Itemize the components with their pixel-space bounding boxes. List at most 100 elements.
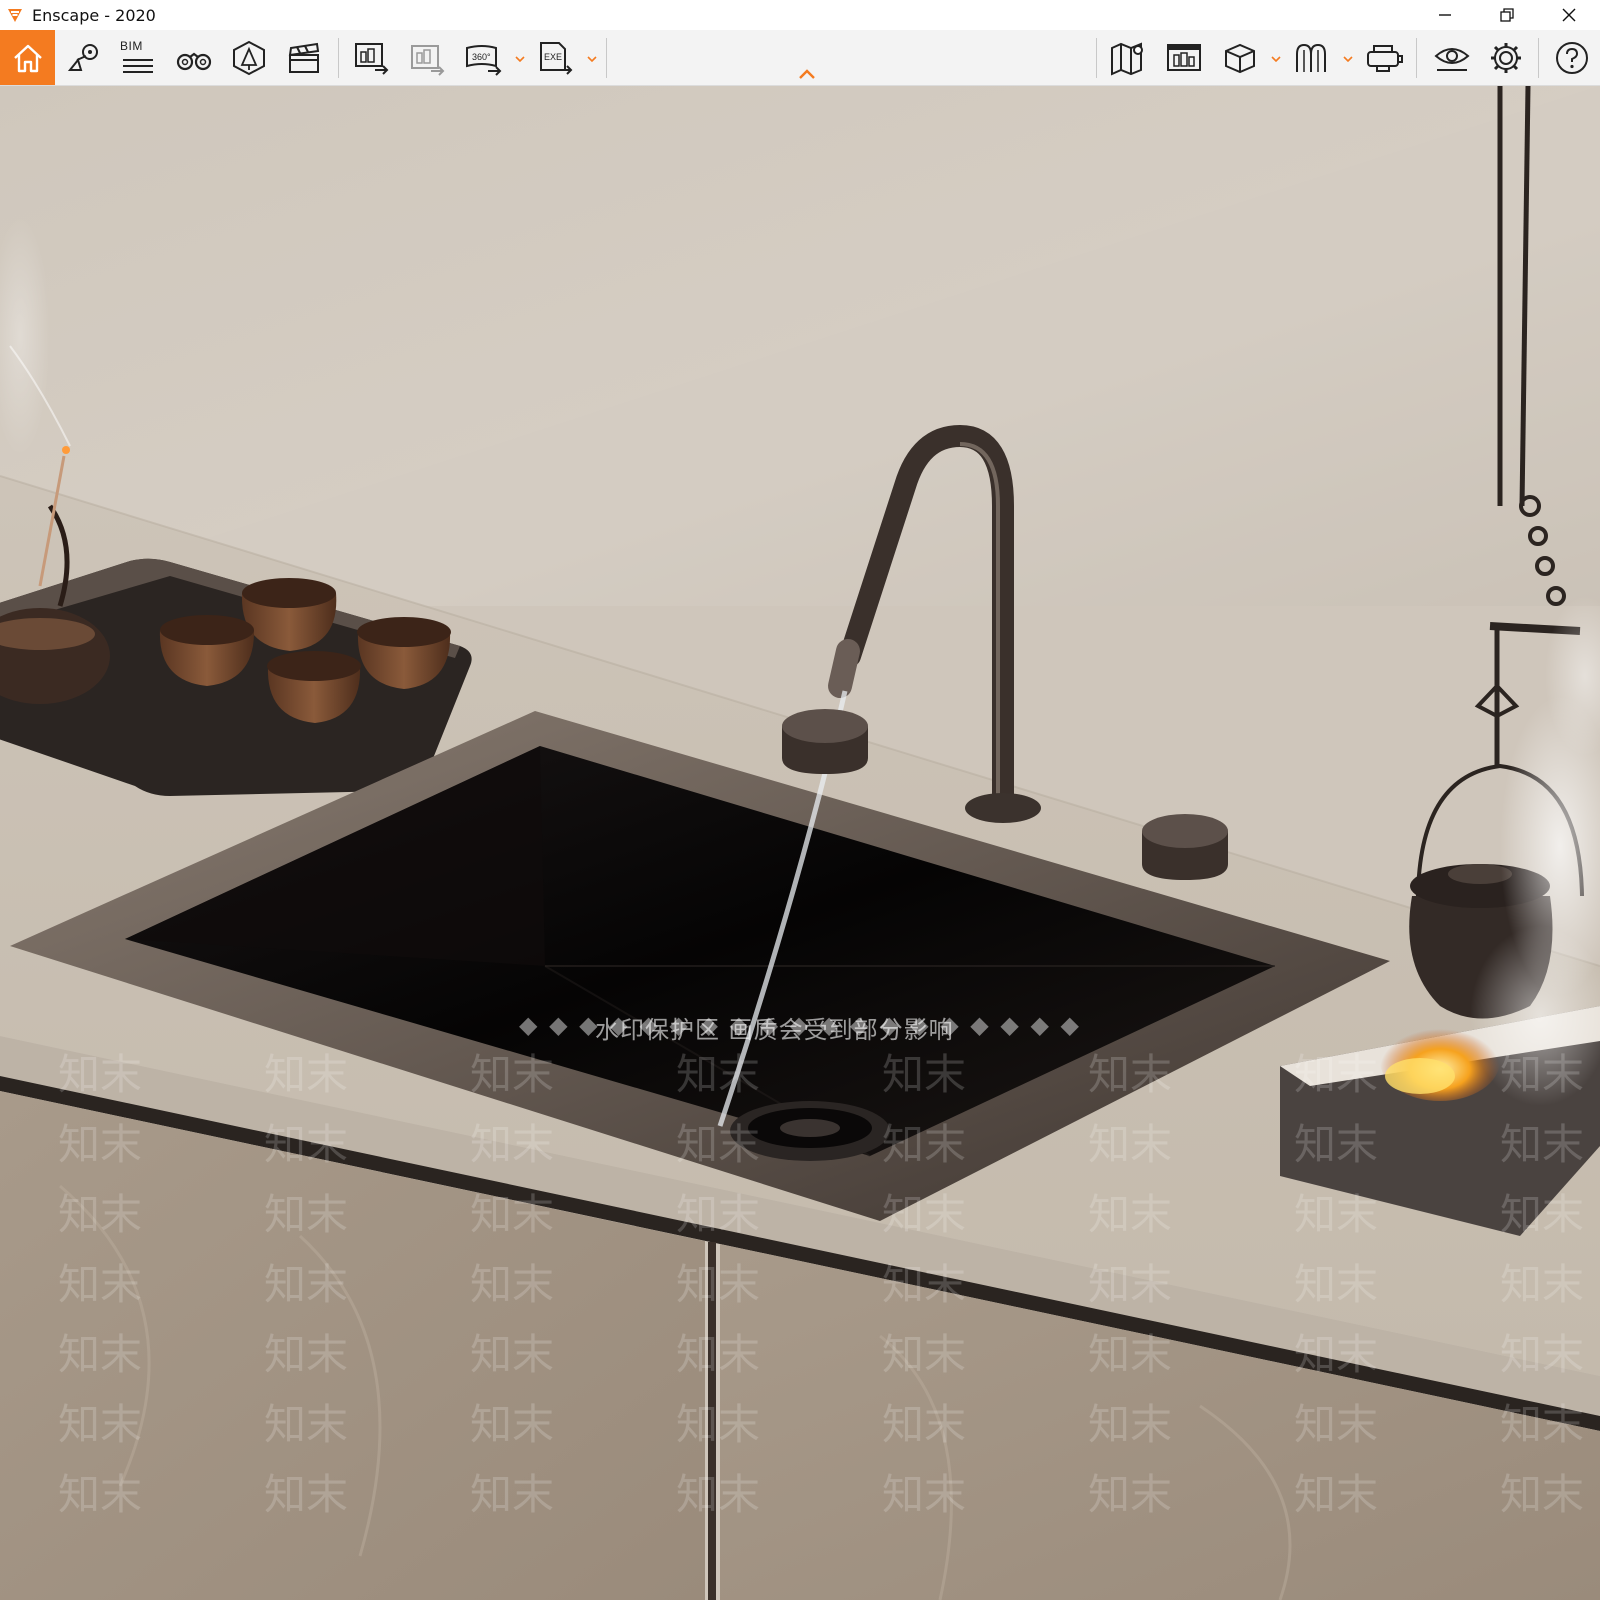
watermark-tile: 知末 bbox=[1294, 1190, 1379, 1239]
export-exe-dropdown[interactable] bbox=[586, 54, 598, 64]
collapse-toolbar-icon[interactable] bbox=[797, 68, 817, 80]
restore-button[interactable] bbox=[1476, 0, 1538, 30]
cube-button[interactable] bbox=[1216, 30, 1264, 85]
watermark-tile: 知末 bbox=[1088, 1050, 1173, 1099]
watermark-tile: 知末 bbox=[58, 1120, 143, 1169]
map-icon bbox=[1111, 42, 1143, 76]
visual-settings-icon bbox=[1434, 47, 1470, 71]
watermark-tile: 知末 bbox=[1500, 1190, 1585, 1239]
watermark-tile: 知末 bbox=[882, 1330, 967, 1379]
render-output-icon bbox=[1167, 43, 1201, 71]
material-editor-button[interactable] bbox=[1288, 30, 1336, 85]
watermark-tile: 知末 bbox=[1088, 1190, 1173, 1239]
batch-render-button[interactable] bbox=[348, 30, 396, 85]
minimize-button[interactable] bbox=[1414, 0, 1476, 30]
watermark-tile: 知末 bbox=[470, 1190, 555, 1239]
watermark-tile: 知末 bbox=[1294, 1330, 1379, 1379]
toolbar-separator bbox=[1416, 38, 1417, 78]
cube-dropdown[interactable] bbox=[1270, 54, 1282, 64]
close-button[interactable] bbox=[1538, 0, 1600, 30]
watermark-tile: 知末 bbox=[1294, 1260, 1379, 1309]
render-viewport[interactable]: ◆ ◆ ◆ ◆ ◆ ◆ ◆ ◆ ◆ ◆ ◆ ◆ ◆ ◆ ◆ ◆ ◆ ◆ ◆ 水印… bbox=[0, 86, 1600, 1600]
watermark-tile: 知末 bbox=[1294, 1050, 1379, 1099]
visual-settings-button[interactable] bbox=[1428, 30, 1476, 85]
watermark-tile: 知末 bbox=[264, 1260, 349, 1309]
toolbar-separator bbox=[1538, 38, 1539, 78]
binoculars-icon bbox=[176, 52, 212, 70]
toolbar-separator bbox=[338, 38, 339, 78]
watermark-tile: 知末 bbox=[264, 1330, 349, 1379]
toolbar-separator bbox=[1096, 38, 1097, 78]
watermark-tile: 知末 bbox=[1088, 1470, 1173, 1519]
binoculars-button[interactable] bbox=[170, 30, 218, 85]
main-toolbar: BIM 360° EXE bbox=[0, 30, 1600, 86]
enscape-logo-icon bbox=[8, 9, 22, 22]
watermark-tile: 知末 bbox=[1088, 1330, 1173, 1379]
window-title: Enscape - 2020 bbox=[32, 5, 156, 25]
watermark-tile: 知末 bbox=[470, 1400, 555, 1449]
watermark-tile: 知末 bbox=[1294, 1400, 1379, 1449]
help-button[interactable] bbox=[1548, 30, 1596, 85]
video-editor-icon bbox=[288, 42, 320, 73]
export-image-icon bbox=[411, 44, 445, 76]
views-icon bbox=[67, 43, 98, 71]
video-editor-button[interactable] bbox=[280, 30, 328, 85]
views-button[interactable] bbox=[60, 30, 108, 85]
watermark-tile: 知末 bbox=[264, 1050, 349, 1099]
watermark-tile: 知末 bbox=[470, 1330, 555, 1379]
watermark-tile: 知末 bbox=[882, 1190, 967, 1239]
watermark-tile: 知末 bbox=[1500, 1260, 1585, 1309]
render-output-button[interactable] bbox=[1160, 30, 1208, 85]
vr-headset-button[interactable] bbox=[1360, 30, 1408, 85]
watermark-tile: 知末 bbox=[1500, 1400, 1585, 1449]
watermark-tile: 知末 bbox=[1500, 1050, 1585, 1099]
export-exe-icon: EXE bbox=[540, 41, 573, 75]
help-icon bbox=[1556, 41, 1588, 74]
settings-button[interactable] bbox=[1482, 30, 1530, 85]
watermark-tile: 知末 bbox=[676, 1330, 761, 1379]
watermark-tile: 知末 bbox=[1088, 1400, 1173, 1449]
panorama-360-button[interactable]: 360° bbox=[460, 30, 508, 85]
chevron-down-icon bbox=[1343, 56, 1353, 62]
watermark-tile: 知末 bbox=[58, 1260, 143, 1309]
material-dropdown[interactable] bbox=[1342, 54, 1354, 64]
watermark-tile: 知末 bbox=[1500, 1330, 1585, 1379]
watermark-tile: 知末 bbox=[470, 1050, 555, 1099]
watermark-tile: 知末 bbox=[1088, 1260, 1173, 1309]
window-controls bbox=[1414, 0, 1600, 30]
watermark-tile: 知末 bbox=[676, 1260, 761, 1309]
map-button[interactable] bbox=[1104, 30, 1152, 85]
chevron-down-icon bbox=[1271, 56, 1281, 62]
watermark-tile: 知末 bbox=[1088, 1120, 1173, 1169]
watermark-tile: 知末 bbox=[1294, 1470, 1379, 1519]
asset-library-button[interactable] bbox=[225, 30, 273, 85]
title-bar: Enscape - 2020 bbox=[0, 0, 1600, 30]
watermark-tile: 知末 bbox=[1294, 1120, 1379, 1169]
svg-text:EXE: EXE bbox=[544, 52, 562, 62]
watermark-notice-text: 水印保护区 画质会受到部分影响 bbox=[595, 1016, 954, 1044]
export-exe-button[interactable]: EXE bbox=[532, 30, 580, 85]
watermark-tile: 知末 bbox=[264, 1190, 349, 1239]
home-icon bbox=[13, 44, 42, 72]
chevron-down-icon bbox=[515, 56, 525, 62]
chevron-down-icon bbox=[587, 56, 597, 62]
watermark-tile: 知末 bbox=[676, 1120, 761, 1169]
panorama-360-icon: 360° bbox=[466, 44, 502, 76]
watermark-tile: 知末 bbox=[1500, 1470, 1585, 1519]
watermark-grid: 知末 知末 知末 知末 知末 知末 知末 知末 知末 知末 知末 知末 知末 知末 知末 知末 知末 知末 知末 知末… bbox=[0, 1041, 1600, 1600]
watermark-tile: 知末 bbox=[58, 1190, 143, 1239]
watermark-tile: 知末 bbox=[676, 1050, 761, 1099]
export-image-button[interactable] bbox=[404, 30, 452, 85]
watermark-tile: 知末 bbox=[882, 1400, 967, 1449]
panorama-dropdown[interactable] bbox=[514, 54, 526, 64]
material-editor-icon bbox=[1296, 43, 1326, 72]
watermark-tile: 知末 bbox=[264, 1400, 349, 1449]
watermark-tile: 知末 bbox=[882, 1120, 967, 1169]
home-button[interactable] bbox=[0, 30, 55, 85]
watermark-tile: 知末 bbox=[676, 1470, 761, 1519]
toolbar-separator bbox=[606, 38, 607, 78]
bim-label: BIM bbox=[120, 39, 143, 53]
batch-render-icon bbox=[355, 42, 389, 75]
watermark-tile: 知末 bbox=[58, 1400, 143, 1449]
watermark-tile: 知末 bbox=[882, 1260, 967, 1309]
